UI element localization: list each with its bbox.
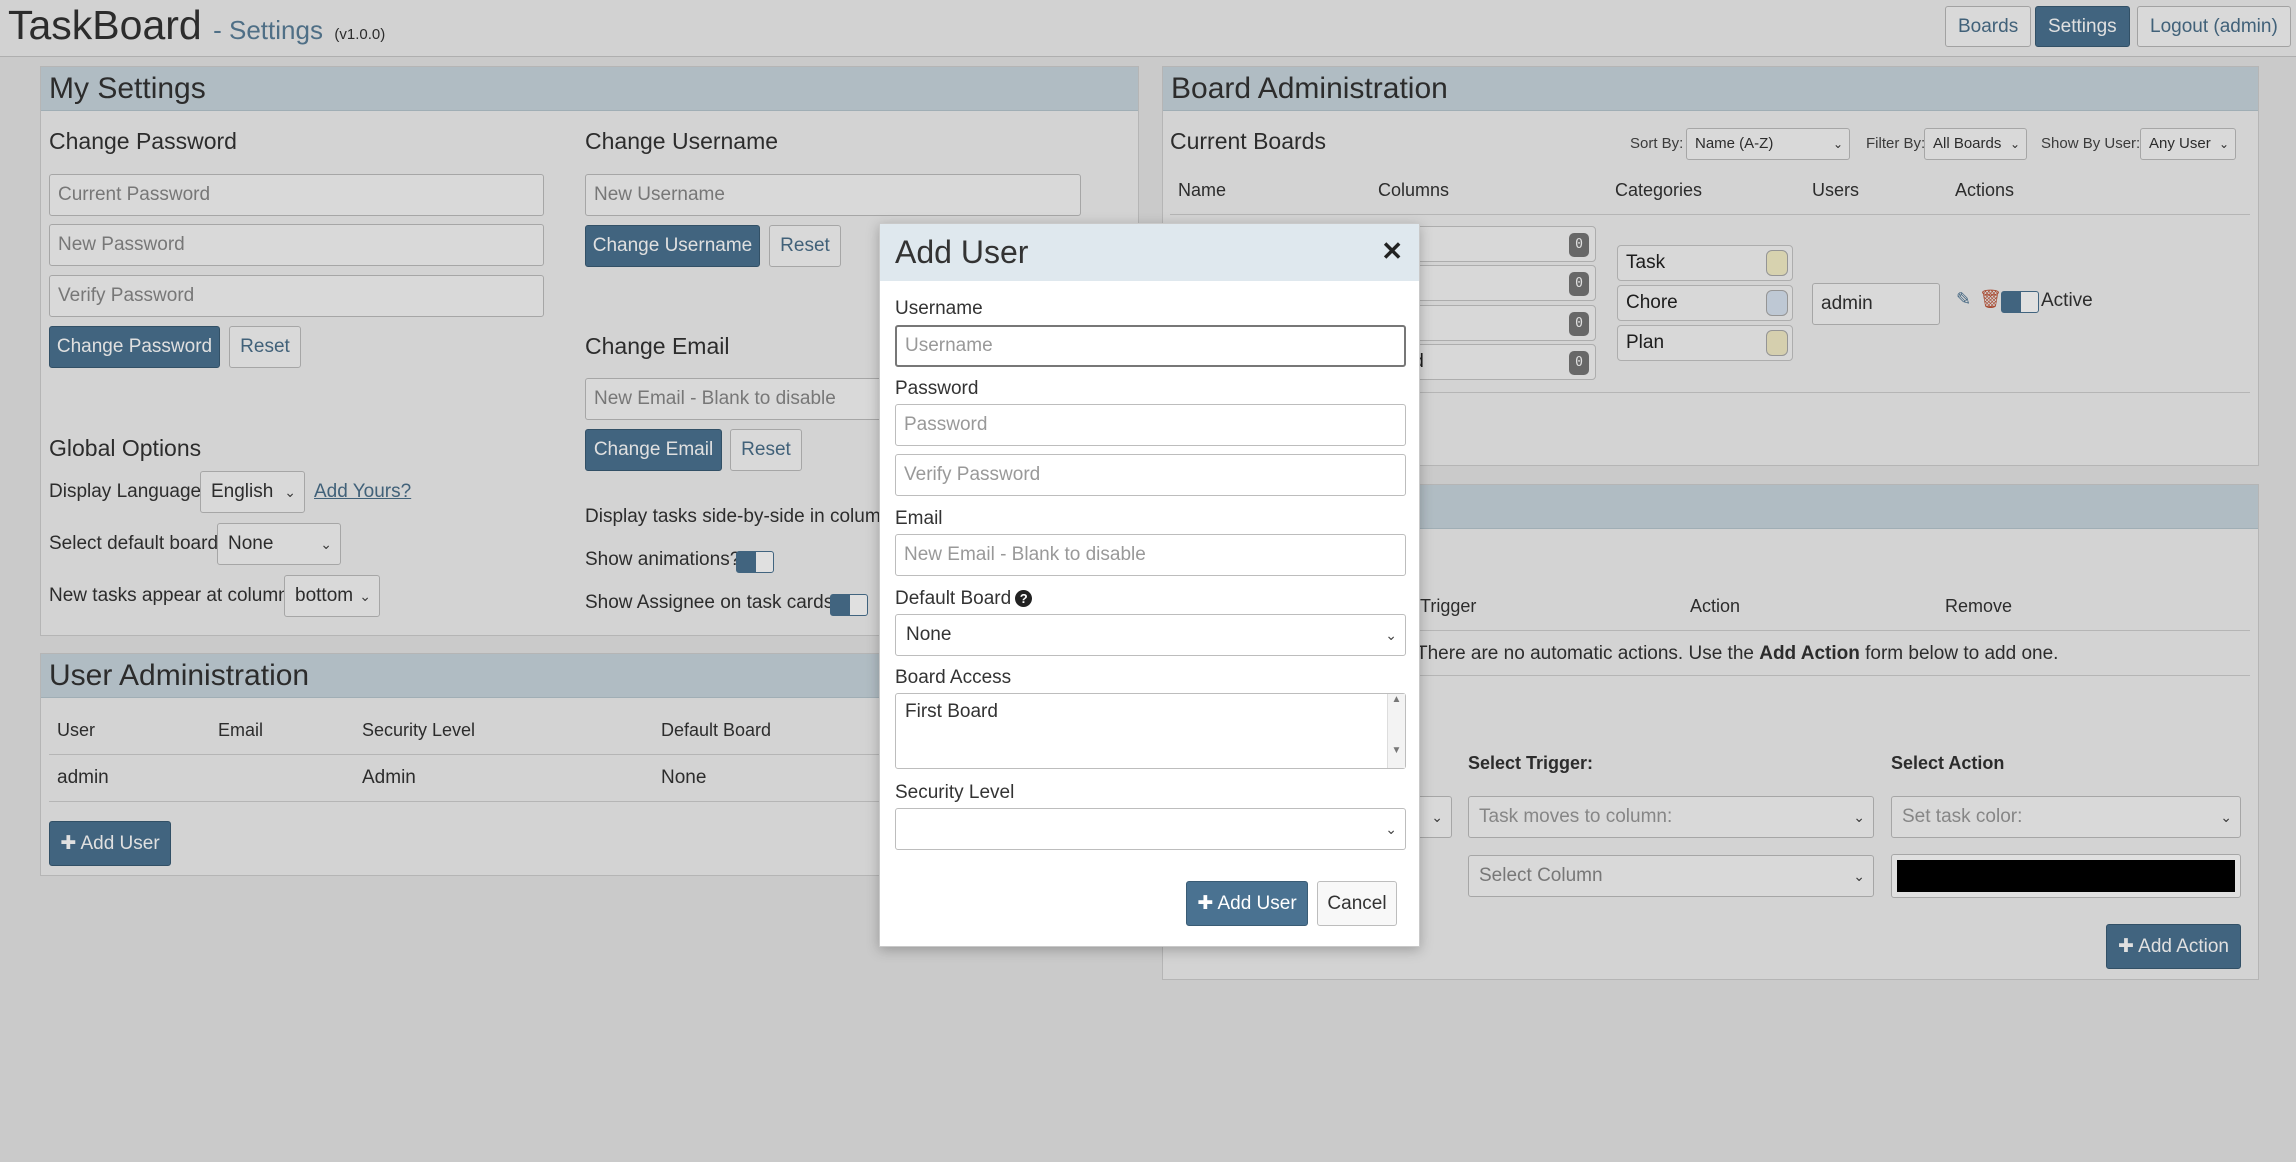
modal-title: Add User (895, 234, 1029, 270)
modal-add-user-label: Add User (1217, 893, 1297, 914)
modal-add-user-button[interactable]: ✚ Add User (1186, 881, 1308, 926)
password-input[interactable]: Password (895, 404, 1406, 446)
modal-header: Add User ✕ (880, 224, 1419, 281)
password-label: Password (895, 378, 979, 399)
default-board-select[interactable]: None ⌄ (895, 614, 1406, 656)
default-board-label-text: Default Board (895, 588, 1012, 609)
security-level-select[interactable]: ⌄ (895, 808, 1406, 850)
verify-password-input[interactable]: Verify Password (895, 454, 1406, 496)
chevron-down-icon: ⌄ (1385, 821, 1397, 837)
help-icon[interactable]: ? (1015, 590, 1033, 607)
email-input[interactable]: New Email - Blank to disable (895, 534, 1406, 576)
email-label: Email (895, 508, 943, 529)
board-access-option[interactable]: First Board (905, 701, 1396, 723)
username-input[interactable]: Username (895, 325, 1406, 367)
close-icon[interactable]: ✕ (1381, 238, 1403, 264)
security-level-label: Security Level (895, 782, 1015, 803)
scroll-up-arrow-icon[interactable]: ▲ (1388, 694, 1405, 705)
plus-icon: ✚ (1197, 893, 1214, 914)
default-board-value: None (906, 624, 952, 645)
add-user-modal: Add User ✕ Username Username Password Pa… (879, 223, 1420, 947)
board-access-multiselect[interactable]: First Board ▲ ▼ (895, 693, 1406, 769)
default-board-label: Default Board? (895, 588, 1033, 610)
modal-cancel-button[interactable]: Cancel (1317, 881, 1397, 926)
chevron-down-icon: ⌄ (1385, 627, 1397, 643)
board-access-label: Board Access (895, 667, 1012, 688)
username-label: Username (895, 298, 983, 319)
scrollbar[interactable]: ▲ ▼ (1387, 694, 1405, 768)
scroll-down-arrow-icon[interactable]: ▼ (1388, 745, 1405, 756)
